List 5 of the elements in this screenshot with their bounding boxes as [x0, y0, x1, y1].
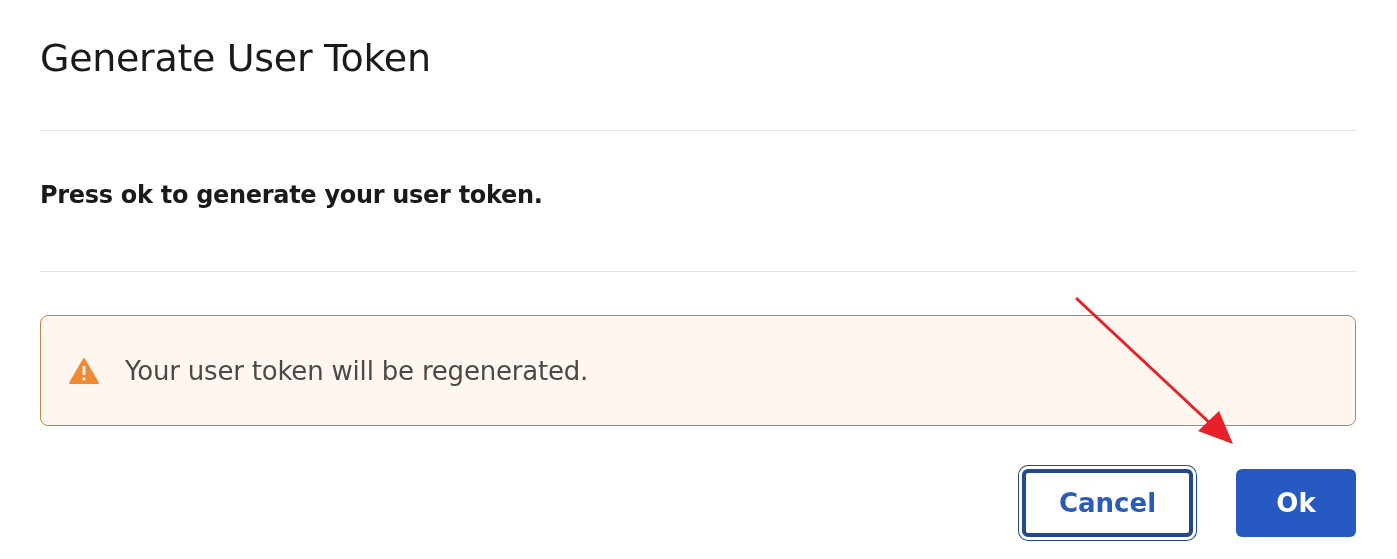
dialog-message: Press ok to generate your user token. [40, 181, 543, 209]
ok-button[interactable]: Ok [1236, 469, 1356, 537]
warning-icon [69, 357, 99, 384]
dialog-title: Generate User Token [40, 36, 431, 80]
alert-message: Your user token will be regenerated. [125, 355, 589, 386]
